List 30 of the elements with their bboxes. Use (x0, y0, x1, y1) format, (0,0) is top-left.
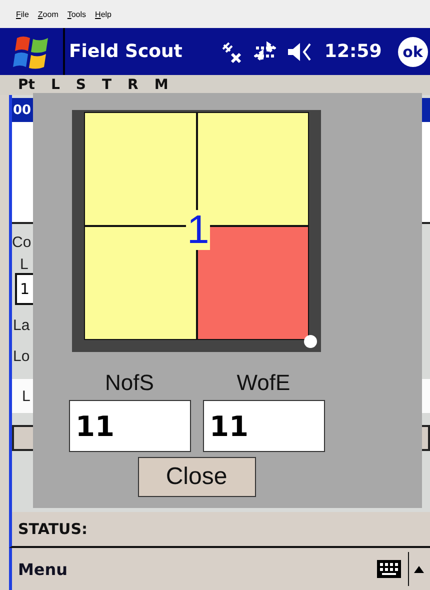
up-arrow-icon[interactable] (414, 565, 424, 573)
ok-button[interactable]: ok (398, 36, 428, 66)
input-field[interactable]: 11 (68, 400, 190, 452)
row-text: 00 (13, 102, 32, 118)
speaker-icon[interactable] (286, 40, 312, 62)
toolbar-item[interactable]: R (128, 77, 138, 95)
keyboard-icon[interactable] (376, 559, 402, 579)
form-label: Lo (12, 348, 31, 365)
quadrant-number: 1 (186, 210, 210, 250)
status-label: STATUS: (18, 520, 88, 538)
menu-item[interactable]: Help (95, 10, 112, 18)
toolbar-item[interactable]: S (76, 77, 86, 95)
form-label: L (22, 388, 30, 404)
close-button[interactable]: Close (138, 457, 256, 497)
clock-time[interactable]: 12:59 (324, 41, 382, 62)
toolbar-item[interactable]: Pt (18, 77, 35, 95)
menu-item[interactable]: File (16, 10, 29, 18)
menu-item[interactable]: Zoom (38, 10, 58, 18)
toolbar-item[interactable]: L (50, 77, 60, 95)
input-field[interactable]: 11 (202, 400, 324, 452)
menu-softkey[interactable]: Menu (18, 560, 376, 578)
form-label: L (19, 256, 30, 273)
toolbar-item[interactable]: M (154, 77, 168, 95)
menu-item[interactable]: Tools (67, 10, 86, 18)
form-label: La (12, 317, 31, 334)
field-label: WofE (236, 370, 290, 396)
corner-handle[interactable] (304, 335, 317, 348)
field-label: NofS (105, 370, 154, 396)
toolbar-item[interactable]: T (102, 77, 112, 95)
form-label: Co (12, 234, 32, 251)
